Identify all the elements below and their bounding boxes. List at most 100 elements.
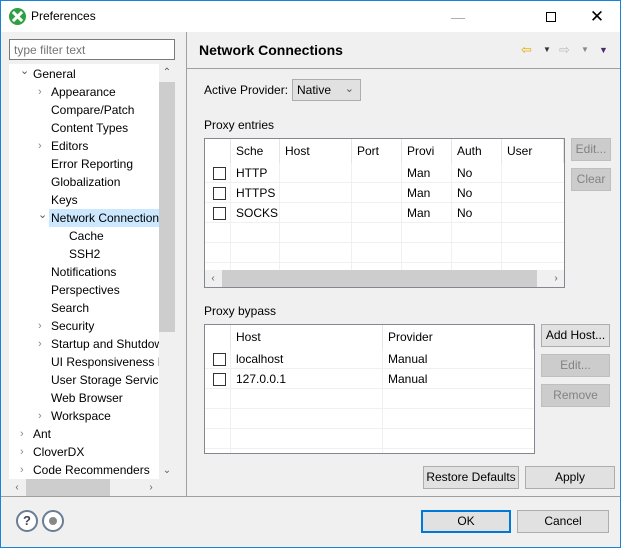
table-horizontal-scrollbar[interactable]: ‹ ›: [205, 270, 564, 287]
proxy-entries-table[interactable]: Sche Host Port Provi Auth User HTTP Man No HTTPS M…: [204, 138, 565, 288]
tree-item[interactable]: Cache: [9, 227, 159, 245]
row-checkbox[interactable]: [213, 187, 226, 200]
edit-host-button[interactable]: Edit...: [541, 354, 610, 377]
help-icon[interactable]: ?: [16, 510, 38, 532]
chevron-right-icon[interactable]: ›: [20, 425, 30, 443]
tree-item[interactable]: UI Responsiveness Monitoring: [9, 353, 159, 371]
restore-defaults-button[interactable]: Restore Defaults: [423, 466, 519, 489]
minimize-button[interactable]: —: [435, 1, 481, 32]
column-header[interactable]: Port: [352, 139, 402, 163]
scroll-down-icon[interactable]: ⌄: [159, 462, 175, 479]
chevron-right-icon[interactable]: ›: [38, 317, 48, 335]
tree-item[interactable]: › Editors: [9, 137, 159, 155]
add-host-button[interactable]: Add Host...: [541, 324, 610, 347]
clear-entry-button[interactable]: Clear: [571, 168, 611, 191]
chevron-right-icon[interactable]: ›: [38, 83, 48, 101]
tree-item[interactable]: Search: [9, 299, 159, 317]
tree-item[interactable]: Notifications: [9, 263, 159, 281]
view-menu-icon[interactable]: ▼: [599, 41, 608, 59]
column-header[interactable]: User: [502, 139, 564, 163]
tree-item-label: Network Connections: [51, 211, 159, 225]
remove-host-button[interactable]: Remove: [541, 384, 610, 407]
tree-item[interactable]: ⌄ General: [9, 65, 159, 83]
row-checkbox[interactable]: [213, 207, 226, 220]
ok-button[interactable]: OK: [421, 510, 511, 533]
page-title: Network Connections: [199, 42, 343, 58]
scroll-thumb[interactable]: [222, 270, 537, 287]
chevron-down-icon[interactable]: ⌄: [38, 206, 48, 224]
preference-page: Network Connections ⇦ ▼ ⇨ ▼ ▼ Active Pro…: [187, 32, 620, 496]
table-row[interactable]: 127.0.0.1 Manual: [205, 369, 534, 389]
proxy-bypass-label: Proxy bypass: [204, 304, 277, 318]
table-row[interactable]: HTTP Man No: [205, 163, 564, 183]
tree-item-label: User Storage Service: [51, 373, 159, 387]
active-provider-select[interactable]: Native ⌄: [292, 79, 361, 101]
tree-item-label: Security: [51, 319, 95, 333]
forward-dropdown-icon[interactable]: ▼: [581, 41, 589, 59]
tree-item-label: UI Responsiveness Monitoring: [51, 355, 159, 369]
chevron-right-icon[interactable]: ›: [38, 137, 48, 155]
column-header[interactable]: Auth: [452, 139, 502, 163]
filter-input[interactable]: [9, 39, 175, 60]
column-header[interactable]: Host: [231, 325, 383, 349]
column-header[interactable]: Host: [280, 139, 352, 163]
scroll-left-icon[interactable]: ‹: [9, 479, 25, 496]
tree-item[interactable]: Content Types: [9, 119, 159, 137]
chevron-right-icon[interactable]: ›: [38, 407, 48, 425]
tree-item[interactable]: ⌄ Network Connections: [38, 209, 159, 227]
tree-item[interactable]: SSH2: [9, 245, 159, 263]
cell-host: [280, 203, 352, 223]
tree-item[interactable]: Perspectives: [9, 281, 159, 299]
scroll-up-icon[interactable]: ⌃: [159, 64, 175, 81]
row-checkbox[interactable]: [213, 353, 226, 366]
tree-item[interactable]: › Code Recommenders: [9, 461, 159, 479]
tree-item[interactable]: › Ant: [9, 425, 159, 443]
scroll-left-icon[interactable]: ‹: [205, 270, 221, 287]
chevron-right-icon[interactable]: ›: [20, 443, 30, 461]
tree-item[interactable]: User Storage Service: [9, 371, 159, 389]
close-button[interactable]: ✕: [574, 1, 620, 32]
row-checkbox[interactable]: [213, 167, 226, 180]
tree-item[interactable]: › Appearance: [9, 83, 159, 101]
table-row[interactable]: HTTPS Man No: [205, 183, 564, 203]
tree-item[interactable]: › Workspace: [9, 407, 159, 425]
column-header[interactable]: [205, 325, 231, 349]
chevron-right-icon[interactable]: ›: [38, 335, 48, 353]
row-checkbox[interactable]: [213, 373, 226, 386]
cancel-button[interactable]: Cancel: [517, 510, 609, 533]
tree-item[interactable]: Keys: [9, 191, 159, 209]
tree-item[interactable]: Globalization: [9, 173, 159, 191]
scroll-right-icon[interactable]: ›: [143, 479, 159, 496]
proxy-bypass-table[interactable]: Host Provider localhost Manual 127.0.0.1 Manu…: [204, 324, 535, 454]
maximize-button[interactable]: [528, 1, 574, 32]
table-row[interactable]: localhost Manual: [205, 349, 534, 369]
record-macro-icon[interactable]: [42, 510, 64, 532]
chevron-right-icon[interactable]: ›: [20, 461, 30, 479]
column-header[interactable]: Provider: [383, 325, 534, 349]
header-separator: [187, 68, 620, 69]
tree-item[interactable]: Compare/Patch: [9, 101, 159, 119]
back-arrow-icon[interactable]: ⇦: [521, 41, 532, 59]
edit-entry-button[interactable]: Edit...: [571, 138, 611, 161]
tree-item[interactable]: Error Reporting: [9, 155, 159, 173]
forward-arrow-icon[interactable]: ⇨: [559, 41, 570, 59]
tree-item[interactable]: › CloverDX: [9, 443, 159, 461]
title-bar: Preferences — ✕: [1, 1, 620, 32]
apply-button[interactable]: Apply: [525, 466, 615, 489]
cell-user: [502, 163, 564, 183]
column-header[interactable]: Provi: [402, 139, 452, 163]
column-header[interactable]: [205, 139, 231, 163]
table-row[interactable]: SOCKS Man No: [205, 203, 564, 223]
chevron-down-icon[interactable]: ⌄: [20, 64, 30, 80]
tree-item[interactable]: › Security: [9, 317, 159, 335]
tree-horizontal-scrollbar[interactable]: ‹ ›: [9, 479, 159, 496]
tree-item[interactable]: › Startup and Shutdown: [9, 335, 159, 353]
scroll-right-icon[interactable]: ›: [548, 270, 564, 287]
scroll-thumb[interactable]: [26, 479, 110, 496]
column-header[interactable]: Sche: [231, 139, 280, 163]
tree-vertical-scrollbar[interactable]: ⌃ ⌄: [159, 64, 175, 479]
scroll-thumb[interactable]: [159, 82, 175, 332]
tree-item[interactable]: Web Browser: [9, 389, 159, 407]
back-dropdown-icon[interactable]: ▼: [543, 41, 551, 59]
cell-host: 127.0.0.1: [236, 372, 287, 386]
